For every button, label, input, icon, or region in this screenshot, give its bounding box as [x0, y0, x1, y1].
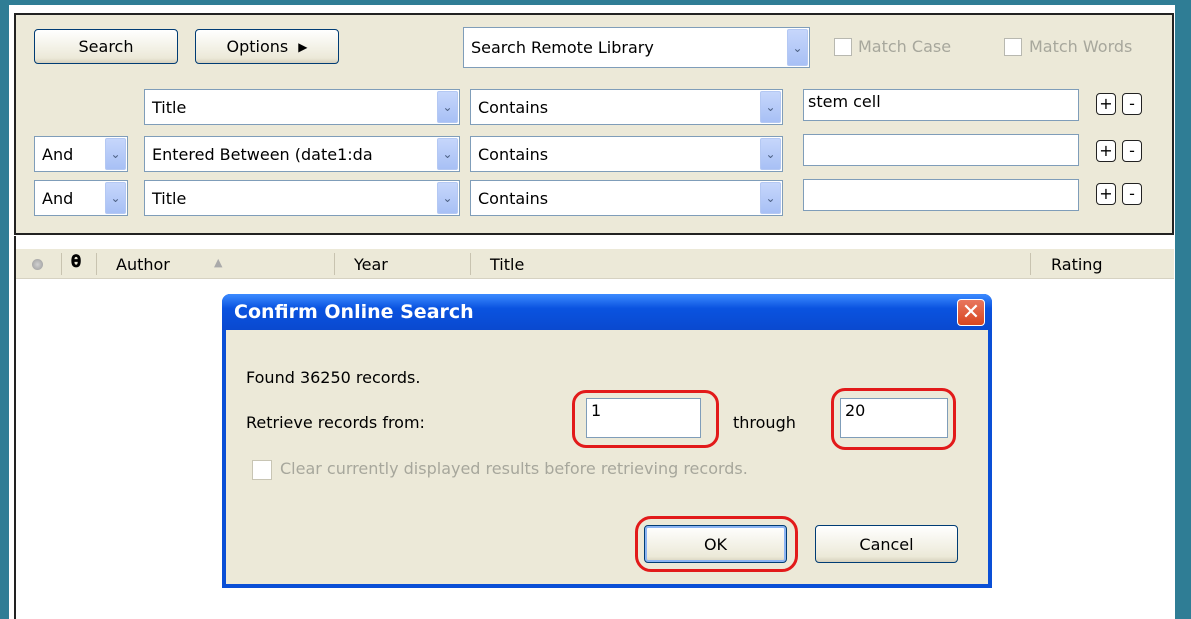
chevron-down-icon[interactable]: ⌄ [105, 182, 126, 214]
criteria-operator-value-1: Contains [478, 97, 549, 117]
cancel-button-label: Cancel [859, 534, 914, 554]
clear-results-checkbox[interactable] [252, 460, 272, 480]
column-separator[interactable] [61, 253, 62, 275]
remove-criteria-button-1[interactable]: - [1122, 93, 1142, 115]
to-record-value: 20 [845, 401, 866, 420]
found-records-text: Found 36250 records. [246, 368, 421, 387]
plus-icon: + [1099, 94, 1113, 113]
retrieve-records-label: Retrieve records from: [246, 413, 425, 432]
minus-icon: - [1129, 141, 1135, 160]
remove-criteria-button-2[interactable]: - [1122, 140, 1142, 162]
column-rating[interactable]: Rating [1051, 255, 1103, 274]
column-year[interactable]: Year [354, 255, 388, 274]
chevron-down-icon[interactable]: ⌄ [437, 91, 458, 123]
match-case-checkbox[interactable] [834, 38, 852, 56]
criteria-bool-value-3: And [42, 188, 74, 208]
criteria-field-value-1: Title [152, 97, 187, 117]
criteria-field-select-1[interactable]: Title ⌄ [144, 89, 460, 125]
search-button[interactable]: Search [34, 29, 178, 64]
column-separator[interactable] [470, 253, 471, 275]
close-icon: ✕ [961, 300, 981, 325]
match-words-checkbox[interactable] [1004, 38, 1022, 56]
column-separator[interactable] [1030, 253, 1031, 275]
criteria-bool-value-2: And [42, 144, 74, 164]
library-select-value: Search Remote Library [471, 38, 654, 57]
triangle-right-icon: ▶ [298, 39, 308, 54]
dialog-body: Found 36250 records. Retrieve records fr… [226, 330, 988, 584]
criteria-operator-select-1[interactable]: Contains ⌄ [470, 89, 783, 125]
through-label: through [733, 413, 796, 432]
chevron-down-icon[interactable]: ⌄ [760, 138, 781, 170]
add-criteria-button-1[interactable]: + [1096, 93, 1116, 115]
criteria-operator-select-2[interactable]: Contains ⌄ [470, 136, 783, 172]
cancel-button[interactable]: Cancel [815, 525, 958, 563]
dialog-titlebar[interactable]: Confirm Online Search ✕ [222, 294, 992, 330]
from-record-input[interactable]: 1 [586, 398, 701, 438]
chevron-down-icon[interactable]: ⌄ [437, 138, 458, 170]
ok-button[interactable]: OK [644, 525, 787, 563]
chevron-down-icon[interactable]: ⌄ [437, 182, 458, 214]
match-words-label: Match Words [1029, 37, 1133, 56]
read-status-icon[interactable] [32, 259, 43, 270]
ok-button-label: OK [703, 534, 728, 554]
options-button-label: Options [226, 37, 289, 56]
to-record-input[interactable]: 20 [840, 398, 948, 438]
criteria-field-value-2: Entered Between (date1:da [152, 144, 373, 164]
from-record-value: 1 [591, 401, 602, 420]
sort-ascending-icon: ▲ [214, 256, 223, 269]
column-separator[interactable] [96, 253, 97, 275]
match-case-label: Match Case [858, 37, 952, 56]
chevron-down-icon[interactable]: ⌄ [760, 91, 781, 123]
criteria-field-select-2[interactable]: Entered Between (date1:da ⌄ [144, 136, 460, 172]
library-select[interactable]: Search Remote Library ⌄ [463, 27, 810, 68]
add-criteria-button-3[interactable]: + [1096, 183, 1116, 205]
confirm-online-search-dialog: Confirm Online Search ✕ Found 36250 reco… [222, 294, 992, 588]
window-frame-left [0, 0, 9, 619]
criteria-value-text-1: stem cell [808, 92, 881, 111]
column-author[interactable]: Author [116, 255, 170, 274]
plus-icon: + [1099, 184, 1113, 203]
criteria-operator-select-3[interactable]: Contains ⌄ [470, 180, 783, 216]
criteria-field-select-3[interactable]: Title ⌄ [144, 180, 460, 216]
chevron-down-icon[interactable]: ⌄ [787, 29, 808, 66]
window-frame-top [0, 0, 1191, 5]
plus-icon: + [1099, 141, 1113, 160]
column-separator[interactable] [334, 253, 335, 275]
remove-criteria-button-3[interactable]: - [1122, 183, 1142, 205]
minus-icon: - [1129, 94, 1135, 113]
search-button-label: Search [78, 37, 134, 56]
add-criteria-button-2[interactable]: + [1096, 140, 1116, 162]
criteria-operator-value-3: Contains [478, 188, 549, 208]
paperclip-icon[interactable]: 𝛉 [71, 252, 81, 272]
window-frame-right [1175, 0, 1191, 619]
criteria-bool-select-2[interactable]: And ⌄ [34, 136, 128, 172]
chevron-down-icon[interactable]: ⌄ [760, 182, 781, 214]
criteria-field-value-3: Title [152, 188, 187, 208]
clear-results-label: Clear currently displayed results before… [280, 459, 748, 478]
chevron-down-icon[interactable]: ⌄ [105, 138, 126, 170]
criteria-bool-select-3[interactable]: And ⌄ [34, 180, 128, 216]
dialog-title: Confirm Online Search [234, 301, 474, 323]
options-button[interactable]: Options ▶ [195, 29, 339, 64]
criteria-value-input-3[interactable] [803, 179, 1079, 211]
column-title[interactable]: Title [490, 255, 524, 274]
close-button[interactable]: ✕ [957, 299, 985, 326]
criteria-value-input-1[interactable]: stem cell [803, 89, 1079, 121]
criteria-value-input-2[interactable] [803, 134, 1079, 166]
results-header: 𝛉 Author ▲ Year Title Rating [16, 249, 1174, 279]
minus-icon: - [1129, 184, 1135, 203]
criteria-operator-value-2: Contains [478, 144, 549, 164]
